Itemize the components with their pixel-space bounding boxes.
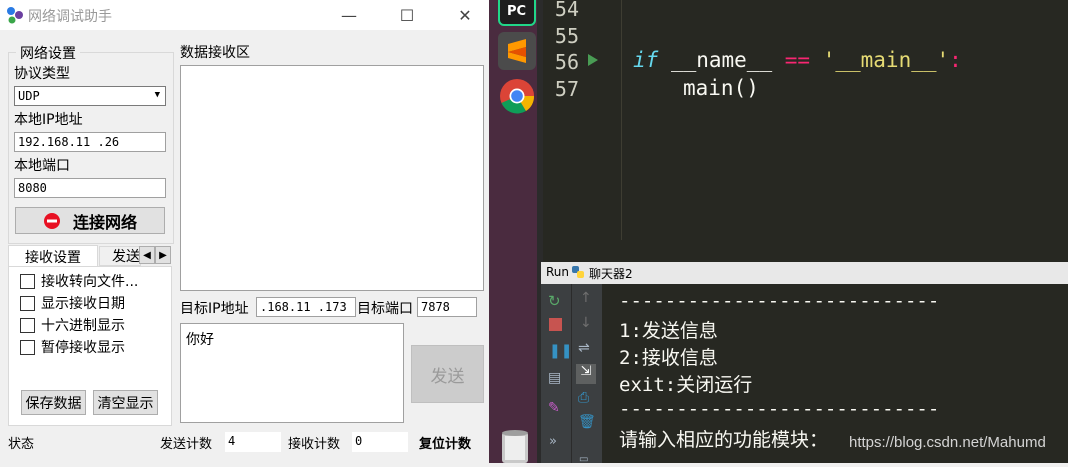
local-port-input[interactable]: 8080 bbox=[14, 178, 166, 198]
tab-scroll-right-icon[interactable]: ▶ bbox=[155, 246, 171, 264]
string-main: '__main__' bbox=[822, 48, 950, 72]
console-line: 请输入相应的功能模块： bbox=[619, 429, 829, 451]
recv-count-label: 接收计数 bbox=[288, 437, 341, 452]
target-ip-input[interactable]: .168.11 .173 bbox=[256, 297, 356, 317]
dunder-name: __name__ bbox=[670, 48, 773, 72]
protocol-value: UDP bbox=[18, 89, 40, 103]
settings-icon[interactable]: ▭ bbox=[579, 454, 588, 465]
tab-scroll-left-icon[interactable]: ◀ bbox=[139, 246, 155, 264]
tab-receive-settings[interactable]: 接收设置 bbox=[8, 245, 98, 267]
run-tab-bar: Run 聊天器2 bbox=[541, 262, 1068, 284]
recv-count-value: 0 bbox=[352, 432, 408, 452]
minimize-button[interactable]: — bbox=[326, 2, 372, 28]
pin-icon[interactable]: ✎ bbox=[548, 400, 560, 416]
scroll-to-end-icon[interactable]: ⇲ bbox=[576, 364, 596, 384]
pause-icon[interactable]: ❚❚ bbox=[549, 343, 572, 359]
console-line: ---------------------------- bbox=[619, 398, 940, 420]
title-bar: 网络调试助手 — ☐ ✕ bbox=[0, 0, 489, 30]
run-config-name[interactable]: 聊天器2 bbox=[589, 265, 633, 282]
local-ip-input[interactable]: 192.168.11 .26 bbox=[14, 132, 166, 152]
pycharm-ide: PC 54 55 56 57 if __name__ == '__main__'… bbox=[489, 0, 1068, 465]
send-textarea[interactable]: 你好 bbox=[180, 323, 404, 423]
run-actions-bar: ↻ ❚❚ ▤ ✎ » bbox=[541, 284, 572, 463]
soft-wrap-icon[interactable]: ⇌ bbox=[578, 340, 590, 356]
target-port-input[interactable]: 7878 bbox=[417, 297, 477, 317]
local-ip-label: 本地IP地址 bbox=[14, 112, 83, 128]
option-label: 显示接收日期 bbox=[41, 296, 125, 312]
code-editor[interactable]: 54 55 56 57 if __name__ == '__main__': m… bbox=[543, 0, 1068, 240]
stop-icon[interactable] bbox=[549, 318, 562, 331]
protocol-select[interactable]: UDP ▼ bbox=[14, 86, 166, 106]
checkbox[interactable] bbox=[20, 339, 35, 355]
close-button[interactable]: ✕ bbox=[442, 2, 488, 28]
keyword-if: if bbox=[633, 48, 659, 72]
code-line-57: main() bbox=[683, 76, 759, 100]
rerun-icon[interactable]: ↻ bbox=[548, 292, 561, 310]
status-label: 状态 bbox=[8, 437, 35, 452]
target-ip-label: 目标IP地址 bbox=[180, 301, 249, 317]
protocol-label: 协议类型 bbox=[14, 66, 70, 82]
option-pause-display[interactable]: 暂停接收显示 bbox=[20, 337, 125, 357]
sublime-icon[interactable] bbox=[498, 32, 536, 70]
app-dock: PC bbox=[489, 0, 537, 463]
chevron-down-icon: ▼ bbox=[154, 90, 160, 100]
option-label: 接收转向文件... bbox=[41, 274, 139, 290]
run-tools-bar: ↑ ↓ ⇌ ⇲ ⎙ 🗑 ▭ bbox=[571, 284, 602, 465]
stop-icon bbox=[43, 212, 60, 229]
connect-network-label: 连接网络 bbox=[72, 212, 137, 232]
python-icon bbox=[572, 266, 584, 278]
clear-display-button[interactable]: 清空显示 bbox=[93, 390, 158, 415]
code-line-56: if __name__ == '__main__': bbox=[633, 48, 962, 72]
option-label: 十六进制显示 bbox=[41, 318, 125, 334]
colon: : bbox=[949, 48, 962, 72]
console-line: 2:接收信息 bbox=[619, 347, 718, 369]
trash-icon[interactable]: 🗑 bbox=[578, 414, 596, 430]
watermark: https://blog.csdn.net/Mahumd bbox=[849, 434, 1046, 451]
send-button[interactable]: 发送 bbox=[411, 345, 484, 403]
run-tab-label[interactable]: Run bbox=[546, 265, 569, 279]
gutter-separator bbox=[621, 0, 622, 240]
checkbox[interactable] bbox=[20, 295, 35, 311]
checkbox[interactable] bbox=[20, 317, 35, 333]
network-settings-title: 网络设置 bbox=[16, 43, 80, 63]
pycharm-icon[interactable]: PC bbox=[498, 0, 536, 26]
receive-textarea[interactable] bbox=[180, 65, 484, 291]
line-number: 56 bbox=[554, 50, 579, 74]
gutter: 54 55 56 57 bbox=[543, 0, 621, 240]
line-number: 57 bbox=[554, 77, 579, 101]
more-icon[interactable]: » bbox=[549, 434, 557, 449]
save-data-button[interactable]: 保存数据 bbox=[21, 390, 86, 415]
line-number: 55 bbox=[554, 24, 579, 48]
up-arrow-icon[interactable]: ↑ bbox=[580, 290, 592, 306]
checkbox[interactable] bbox=[20, 273, 35, 289]
local-port-label: 本地端口 bbox=[14, 158, 70, 174]
line-number: 54 bbox=[554, 0, 579, 21]
target-port-label: 目标端口 bbox=[357, 301, 413, 317]
network-debug-tool-window: 网络调试助手 — ☐ ✕ 网络设置 协议类型 UDP ▼ 本地IP地址 192.… bbox=[0, 0, 489, 463]
send-count-value: 4 bbox=[225, 432, 281, 452]
console-line: 1:发送信息 bbox=[619, 320, 718, 342]
option-label: 暂停接收显示 bbox=[41, 340, 125, 356]
app-logo-icon bbox=[6, 6, 24, 24]
chrome-icon[interactable] bbox=[498, 77, 536, 115]
window-title: 网络调试助手 bbox=[28, 9, 112, 25]
operator-eq: == bbox=[784, 48, 811, 72]
editor-bottom bbox=[543, 240, 1068, 262]
print-icon[interactable]: ⎙ bbox=[578, 390, 589, 406]
recycle-bin-icon[interactable] bbox=[498, 428, 532, 463]
receive-area-title: 数据接收区 bbox=[180, 45, 250, 61]
console-line: ---------------------------- bbox=[619, 290, 940, 312]
console-line: exit:关闭运行 bbox=[619, 374, 753, 396]
down-arrow-icon[interactable]: ↓ bbox=[580, 315, 592, 331]
option-hex-display[interactable]: 十六进制显示 bbox=[20, 315, 125, 335]
tab-send-settings[interactable]: 发送 bbox=[99, 246, 141, 266]
send-count-label: 发送计数 bbox=[160, 437, 213, 452]
maximize-button[interactable]: ☐ bbox=[384, 2, 430, 28]
run-arrow-icon[interactable] bbox=[587, 53, 599, 67]
reset-count-button[interactable]: 复位计数 bbox=[419, 433, 471, 452]
connect-network-button[interactable]: 连接网络 bbox=[15, 207, 165, 234]
option-redirect-file[interactable]: 接收转向文件... bbox=[20, 271, 138, 291]
layout-icon[interactable]: ▤ bbox=[548, 370, 561, 386]
option-show-date[interactable]: 显示接收日期 bbox=[20, 293, 125, 313]
